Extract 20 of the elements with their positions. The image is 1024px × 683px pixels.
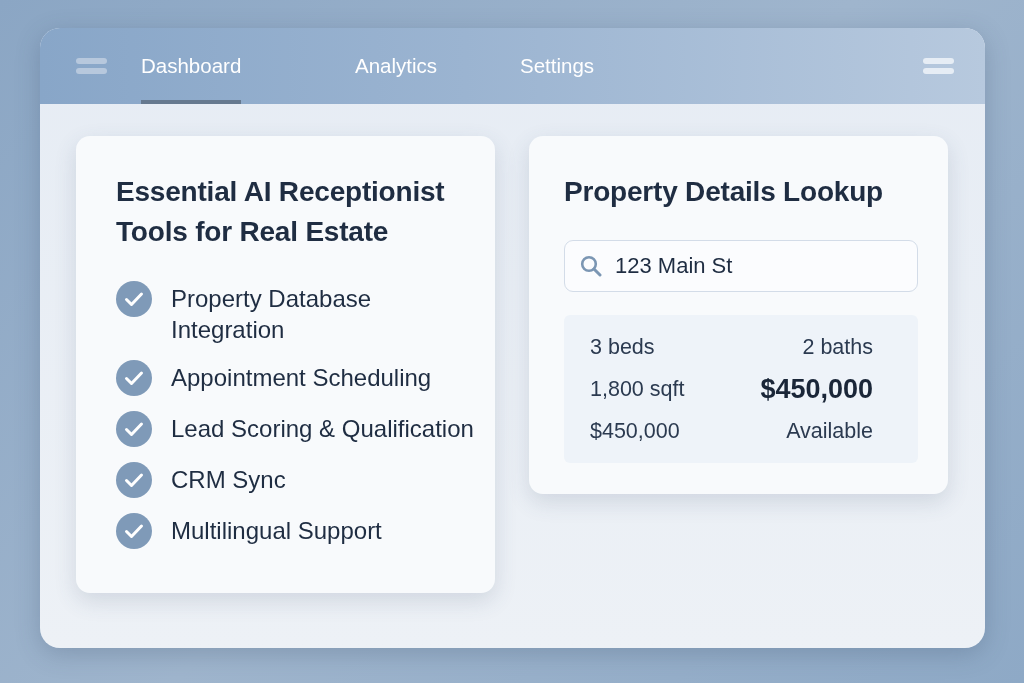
detail-text: 2 baths <box>802 333 873 361</box>
nav-tab[interactable]: Dashboard <box>141 28 242 104</box>
feature-label: Property Database Integration <box>171 284 373 345</box>
feature-label: CRM Sync <box>171 465 287 495</box>
detail-text: $450,000 <box>760 374 873 404</box>
detail-text: Available <box>786 417 873 445</box>
nav-tab[interactable]: Analytics <box>355 28 438 104</box>
feature-label: Lead Scoring & Qualification <box>171 414 475 444</box>
card-title: Property Details Lookup <box>564 175 884 209</box>
search-field[interactable]: 123 Main St <box>564 240 918 292</box>
feature-label: Appointment Scheduling <box>171 363 433 393</box>
menu-icon[interactable] <box>76 58 107 74</box>
detail-text: 1,800 sqft <box>590 375 685 403</box>
detail-text: $450,000 <box>590 417 680 445</box>
feature-label: Multilingual Support <box>171 516 383 546</box>
card-title: Essential AI Receptionist Tools for Real Estate <box>116 175 446 249</box>
menu-icon[interactable] <box>923 58 954 74</box>
nav-tab[interactable]: Settings <box>520 28 595 104</box>
search-icon <box>580 255 602 277</box>
detail-text: 3 beds <box>590 333 655 361</box>
